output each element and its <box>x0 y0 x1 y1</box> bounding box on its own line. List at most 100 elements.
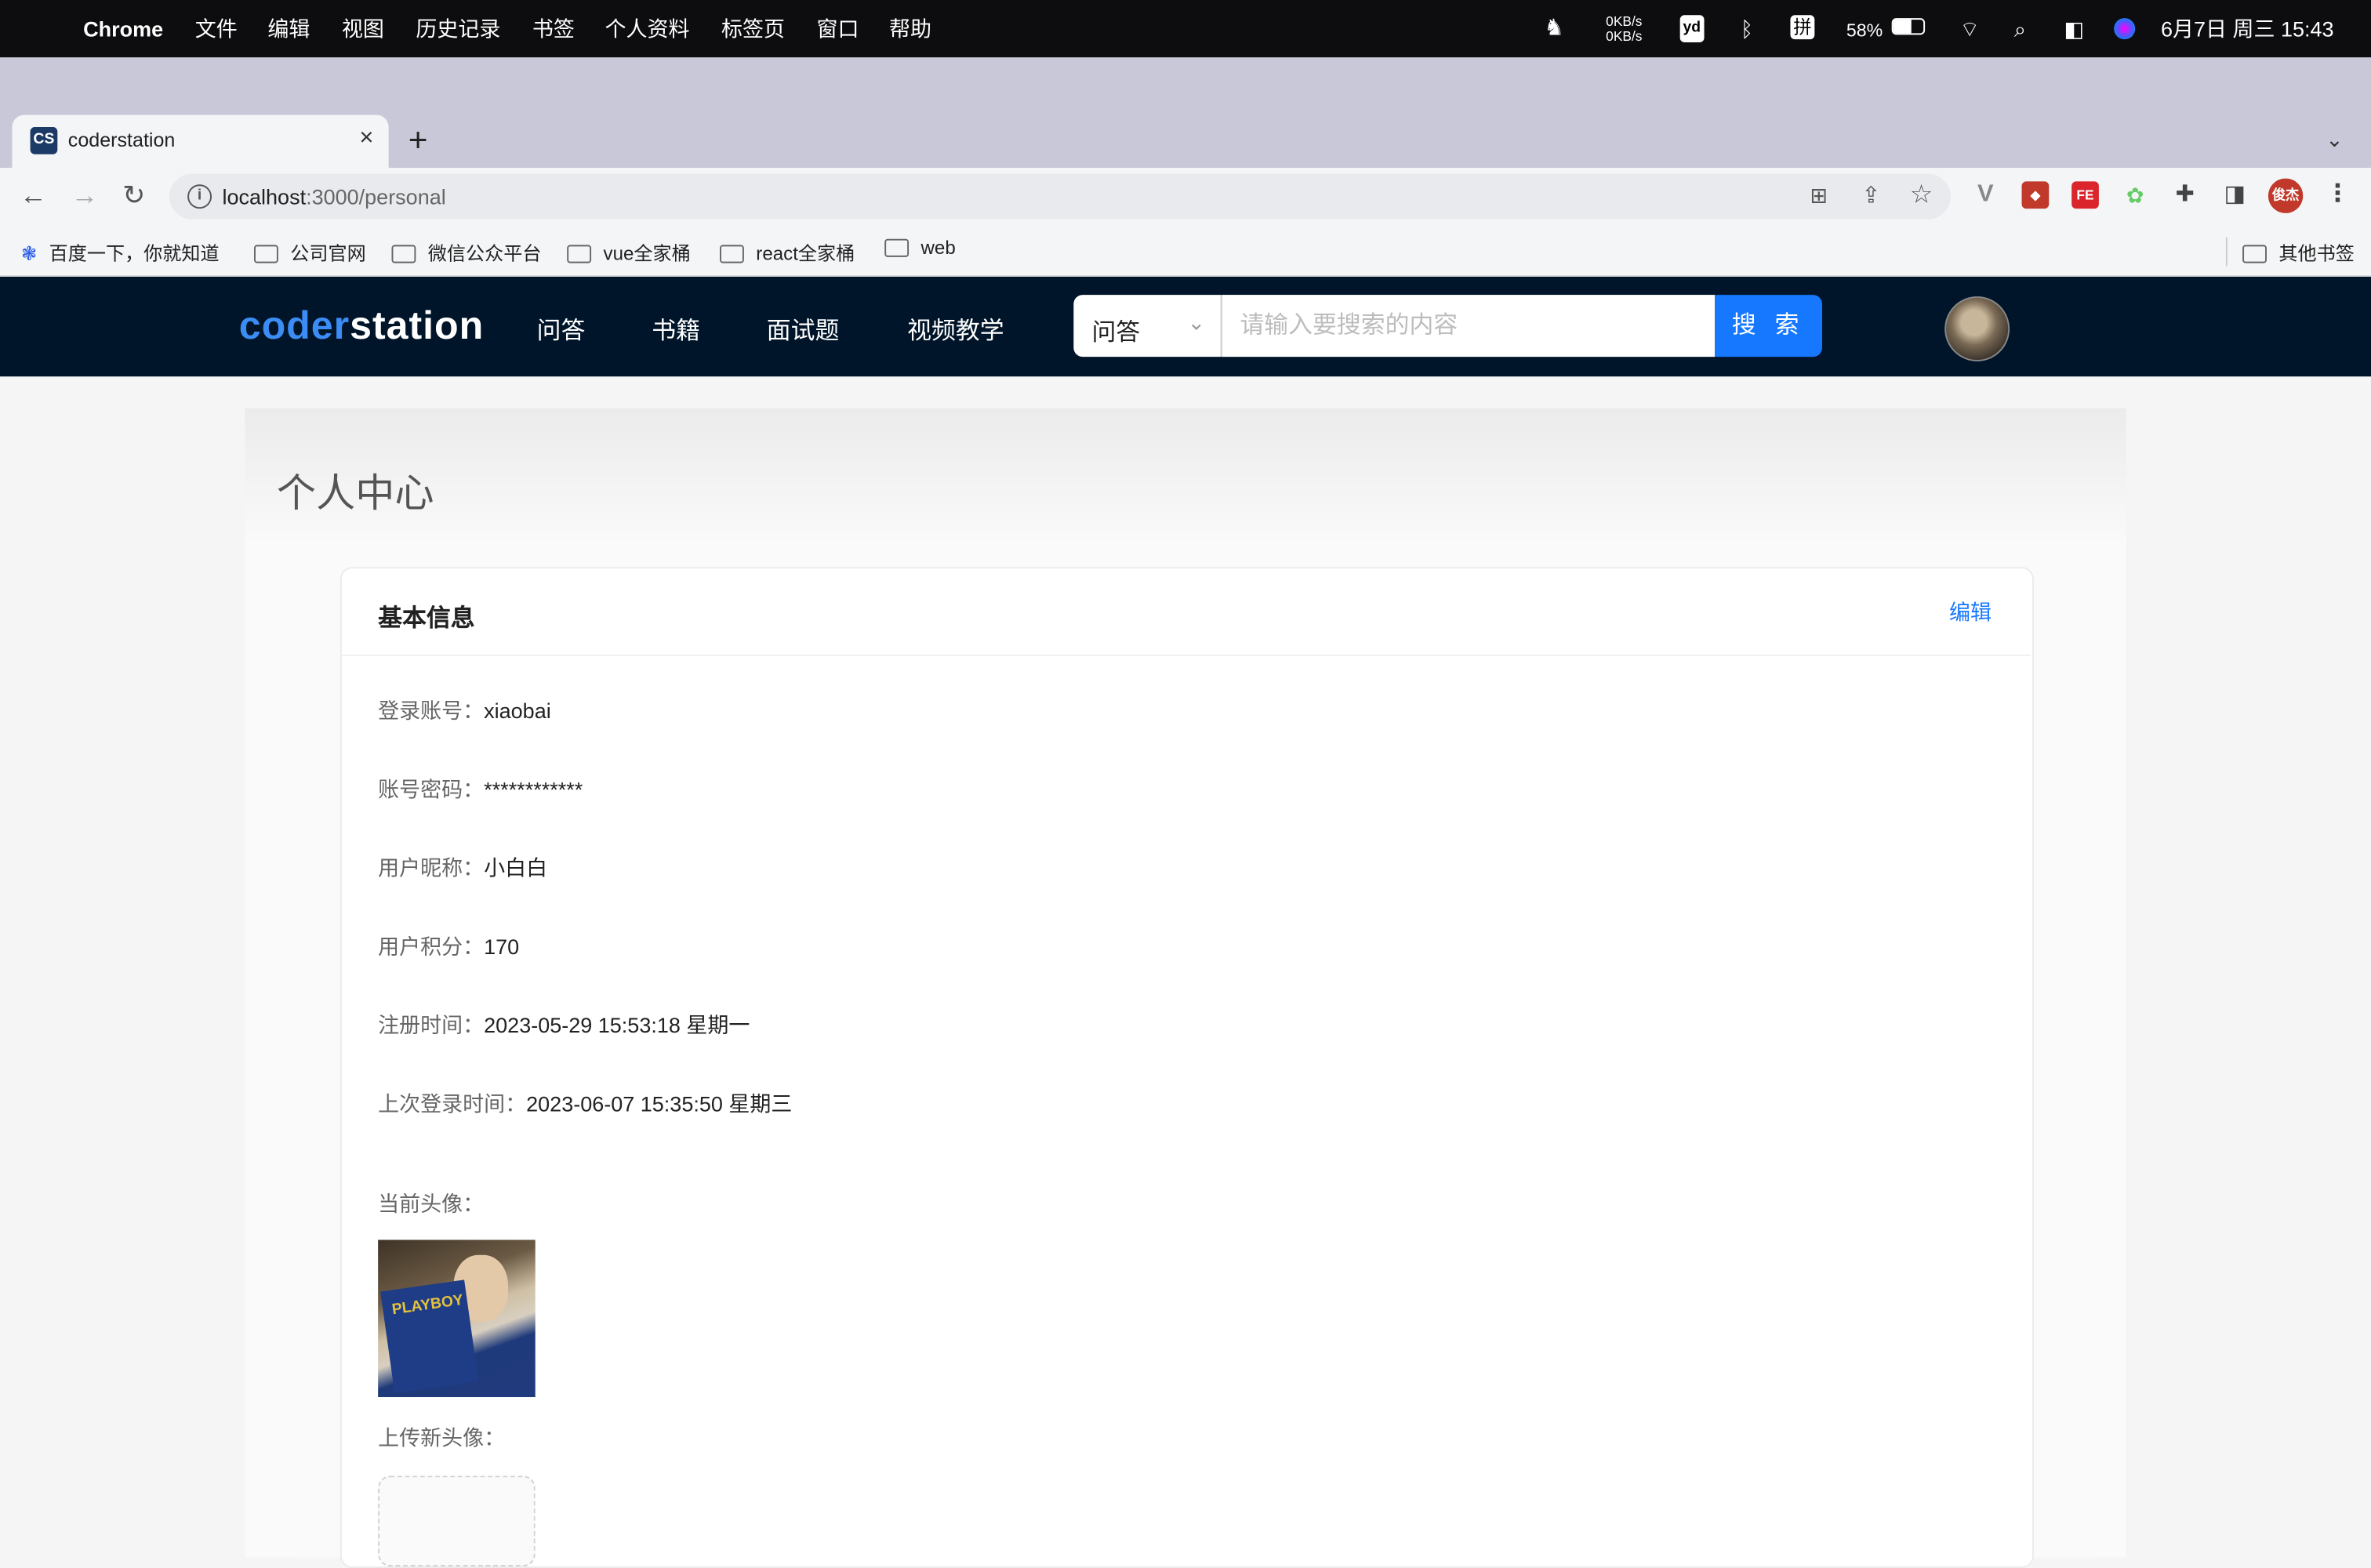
field-value: ************ <box>484 777 583 802</box>
battery-icon[interactable] <box>1891 18 1926 35</box>
search-category-select[interactable]: 问答 ⌄ <box>1073 295 1222 358</box>
search-input[interactable] <box>1222 295 1716 358</box>
tab-close-icon[interactable]: × <box>359 125 373 153</box>
side-panel-icon[interactable]: ◨ <box>2221 181 2249 209</box>
browser-tab[interactable]: CS coderstation × <box>12 114 389 169</box>
field-nickname: 用户昵称：小白白 <box>378 853 547 884</box>
logo-part-coder: coder <box>238 302 350 348</box>
extension-red-icon[interactable]: ◆ <box>2021 181 2050 209</box>
menu-app-name[interactable]: Chrome <box>83 16 163 41</box>
menu-tabs[interactable]: 标签页 <box>721 16 785 41</box>
avatar-magazine: PLAYBOY <box>380 1279 479 1394</box>
bookmark-label: 百度一下，你就知道 <box>49 243 220 265</box>
profile-avatar-icon[interactable]: 俊杰 <box>2268 178 2304 213</box>
tab-favicon: CS <box>30 127 58 154</box>
url-text[interactable]: localhost:3000/personal <box>223 184 446 209</box>
share-icon[interactable]: ⇪ <box>1861 181 1880 209</box>
bookmark-folder-wechat[interactable]: 微信公众平台 <box>391 238 541 267</box>
bookmark-label: react全家桶 <box>756 243 855 265</box>
menu-view[interactable]: 视图 <box>342 16 384 41</box>
user-avatar[interactable] <box>1944 296 2010 361</box>
address-bar[interactable]: i localhost:3000/personal ⊞ ⇪ ☆ <box>169 173 1951 220</box>
menu-window[interactable]: 窗口 <box>816 16 859 41</box>
back-icon[interactable]: ← <box>20 180 47 211</box>
tab-search-chevron-icon[interactable]: ⌄ <box>2326 127 2344 153</box>
page-title: 个人中心 <box>276 470 434 516</box>
bookmark-label: web <box>920 237 956 259</box>
menubar-datetime[interactable]: 6月7日 周三 15:43 <box>2161 16 2334 41</box>
extension-color-icon[interactable]: ✿ <box>2122 181 2149 209</box>
field-label: 用户积分： <box>378 934 485 959</box>
field-value: 2023-06-07 15:35:50 星期三 <box>526 1091 793 1116</box>
nav-books[interactable]: 书籍 <box>652 310 700 346</box>
tab-title: coderstation <box>67 128 176 151</box>
field-label: 登录账号： <box>378 699 485 723</box>
menu-edit[interactable]: 编辑 <box>267 16 310 41</box>
bluetooth-icon[interactable]: ᛒ <box>1741 16 1753 41</box>
menu-history[interactable]: 历史记录 <box>416 16 500 41</box>
folder-icon <box>391 245 416 263</box>
chevron-down-icon: ⌄ <box>1187 310 1206 335</box>
avatar-upload-dropzone[interactable] <box>378 1475 536 1567</box>
menu-help[interactable]: 帮助 <box>889 16 931 41</box>
bookmark-folder-vue[interactable]: vue全家桶 <box>567 238 691 267</box>
field-label: 用户昵称： <box>378 855 485 880</box>
bookmark-folder-web[interactable]: web <box>884 238 956 259</box>
vue-devtools-icon[interactable]: V <box>1972 181 1999 209</box>
field-label: 账号密码： <box>378 777 485 802</box>
input-method-icon[interactable]: 拼 <box>1790 15 1815 40</box>
url-host: localhost <box>222 184 307 209</box>
site-info-icon[interactable]: i <box>187 184 212 209</box>
site-logo[interactable]: coderstation <box>239 303 485 350</box>
field-password: 账号密码：************ <box>378 774 583 804</box>
card-header <box>339 567 2032 657</box>
bookmark-star-icon[interactable]: ☆ <box>1910 180 1933 211</box>
nav-interview[interactable]: 面试题 <box>767 310 840 346</box>
wifi-icon[interactable]: ⌔ <box>1959 16 1979 41</box>
other-bookmarks-label: 其他书签 <box>2278 243 2355 265</box>
youdao-icon[interactable]: yd <box>1679 15 1704 43</box>
baidu-paw-icon: ❃ <box>21 243 38 265</box>
extensions-puzzle-icon[interactable]: ✚ <box>2171 181 2199 209</box>
folder-icon <box>2242 245 2267 263</box>
field-points: 用户积分：170 <box>378 931 519 962</box>
chrome-menu-icon[interactable]: ⋮ <box>2324 181 2351 209</box>
net-speed: 0KB/s 0KB/s <box>1606 13 1642 44</box>
forward-icon[interactable]: → <box>71 180 99 211</box>
card-title: 基本信息 <box>378 606 475 633</box>
new-tab-icon[interactable]: + <box>408 121 428 160</box>
upload-avatar-label: 上传新头像： <box>378 1425 506 1450</box>
field-value: 2023-05-29 15:53:18 星期一 <box>484 1013 750 1038</box>
basic-info-card <box>339 567 2034 1568</box>
bookmark-label: 公司官网 <box>290 243 366 265</box>
cat-app-icon[interactable]: ♞ <box>1544 16 1564 41</box>
bookmark-folder-react[interactable]: react全家桶 <box>720 238 855 267</box>
spotlight-search-icon[interactable]: ⌕ <box>2014 16 2026 41</box>
field-label: 注册时间： <box>378 1013 485 1038</box>
folder-icon <box>884 238 910 257</box>
menu-profile[interactable]: 个人资料 <box>605 16 689 41</box>
menu-bookmarks[interactable]: 书签 <box>532 16 575 41</box>
url-path: :3000/personal <box>306 184 446 209</box>
field-value: xiaobai <box>484 699 551 723</box>
reload-icon[interactable]: ↻ <box>122 180 145 211</box>
search-button[interactable]: 搜 索 <box>1715 295 1822 358</box>
control-center-icon[interactable]: ◧ <box>2064 16 2085 41</box>
search-category-value: 问答 <box>1091 320 1141 347</box>
edit-button[interactable]: 编辑 <box>1949 597 1992 628</box>
field-value: 170 <box>484 934 520 959</box>
translate-icon[interactable]: ⊞ <box>1810 183 1828 209</box>
siri-icon[interactable] <box>2114 18 2136 40</box>
bookmark-folder-company[interactable]: 公司官网 <box>254 238 366 267</box>
fe-extension-icon[interactable]: FE <box>2071 181 2099 209</box>
nav-qa[interactable]: 问答 <box>537 310 586 346</box>
logo-part-station: station <box>350 302 485 348</box>
bookmark-baidu[interactable]: ❃ 百度一下，你就知道 <box>21 238 220 267</box>
macos-menubar: Chrome 文件 编辑 视图 历史记录 书签 个人资料 标签页 窗口 帮助 ♞… <box>0 0 2371 58</box>
folder-icon <box>567 245 592 263</box>
menu-file[interactable]: 文件 <box>195 16 238 41</box>
current-avatar-image: PLAYBOY <box>378 1240 536 1398</box>
nav-video[interactable]: 视频教学 <box>907 310 1004 346</box>
current-avatar-label: 当前头像： <box>378 1191 485 1216</box>
other-bookmarks[interactable]: 其他书签 <box>2225 237 2355 267</box>
